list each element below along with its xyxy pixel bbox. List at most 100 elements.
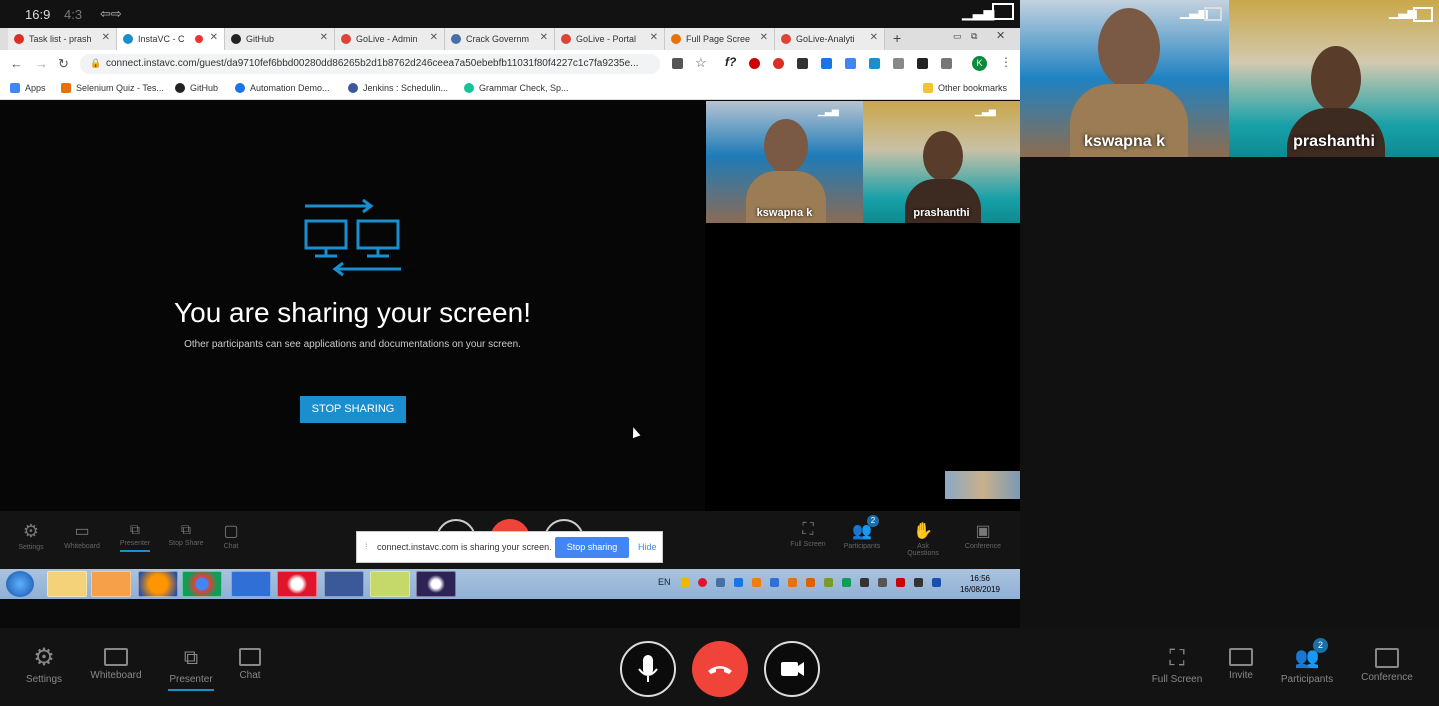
end-call-button[interactable] [692,641,748,697]
pip-icon[interactable] [992,3,1014,20]
new-tab-icon[interactable]: + [893,30,901,46]
ext-gray-icon[interactable] [893,58,904,69]
tray-icon[interactable] [842,578,851,587]
tab-golive-analytics[interactable]: GoLive-Analyti ✕ [775,28,885,50]
star-icon[interactable]: ☆ [695,55,707,71]
self-preview-thumbnail[interactable] [945,471,1020,499]
stats-icon[interactable]: ▁▃▅ [818,106,839,117]
close-icon[interactable]: ✕ [430,32,438,43]
ext-red-icon[interactable] [773,58,784,69]
sticky-notes-icon[interactable] [370,571,410,597]
opera-icon[interactable] [277,571,317,597]
ext-instavc-icon[interactable] [869,58,880,69]
settings-button[interactable]: ⚙ Settings [9,646,79,686]
ext-blue-icon[interactable] [821,58,832,69]
tray-icon[interactable] [788,578,797,587]
ext-glasses-icon[interactable] [917,58,928,69]
participants-button[interactable]: 👥 Participants 2 [1272,638,1342,685]
conference-button[interactable]: Conference [1352,646,1422,683]
video-tile-prashanthi[interactable]: ▁▃▅ prashanthi [863,101,1020,223]
inner-chat-button[interactable]: ▢ Chat [211,521,251,550]
tab-task-list[interactable]: Task list - prash ✕ [8,28,117,50]
close-icon[interactable]: ✕ [650,32,658,43]
inner-stop-share-button[interactable]: ⧉ Stop Share [166,521,206,547]
tray-icon[interactable] [806,578,815,587]
notification-stop-sharing-button[interactable]: Stop sharing [555,537,629,558]
swap-arrows-icon[interactable]: ⇦⇨ [100,6,122,22]
camera-button[interactable] [764,641,820,697]
close-icon[interactable]: ✕ [760,32,768,43]
bookmark-selenium-quiz[interactable]: Selenium Quiz - Tes... [61,83,164,93]
close-icon[interactable]: ✕ [102,32,110,43]
minimize-icon[interactable]: ▭ [953,31,962,42]
back-icon[interactable]: ← [10,56,23,71]
whiteboard-button[interactable]: Whiteboard [81,646,151,681]
camera-icon[interactable] [672,58,683,69]
network-icon[interactable] [914,578,923,587]
notification-hide-link[interactable]: Hide [638,542,657,552]
reload-icon[interactable]: ↻ [58,56,69,72]
tray-opera-icon[interactable] [698,578,707,587]
close-icon[interactable]: ✕ [210,32,218,43]
bookmark-other[interactable]: Other bookmarks [923,83,1007,93]
formula-ext-icon[interactable]: f? [725,55,736,69]
restore-icon[interactable]: ⧉ [971,31,977,42]
inner-settings-button[interactable]: ⚙ Settings [11,521,51,551]
full-screen-button[interactable]: ⛶ Full Screen [1142,646,1212,686]
close-icon[interactable]: ✕ [320,32,328,43]
ratio-16-9[interactable]: 16:9 [25,7,50,22]
inner-full-screen-button[interactable]: ⛶ Full Screen [788,521,828,548]
facebook-icon[interactable] [324,571,364,597]
inner-ask-questions-button[interactable]: ✋ Ask Questions [903,521,943,557]
tray-icon[interactable] [824,578,833,587]
tab-github[interactable]: GitHub ✕ [225,28,335,50]
bluetooth-icon[interactable] [932,578,941,587]
url-input[interactable]: 🔒 connect.instavc.com/guest/da9710fef6bb… [80,54,660,74]
tray-icon[interactable] [734,578,743,587]
ext-screen-icon[interactable] [845,58,856,69]
inner-conference-button[interactable]: ▣ Conference [963,521,1003,550]
bookmark-automation-demo[interactable]: Automation Demo... [235,83,330,93]
drag-handle-icon[interactable]: ⁞ [365,541,368,551]
firefox-icon[interactable] [138,571,178,597]
chat-button[interactable]: Chat [215,646,285,681]
invite-button[interactable]: Invite [1206,646,1276,681]
eclipse-icon[interactable] [416,571,456,597]
bookmark-grammar-check[interactable]: Grammar Check, Sp... [464,83,569,93]
ratio-4-3[interactable]: 4:3 [64,7,82,22]
forward-icon[interactable]: → [35,56,48,71]
video-tile-kswapna[interactable]: ▁▃▅ kswapna k [706,101,863,223]
chrome-icon[interactable] [182,571,222,597]
opera-ext-icon[interactable] [749,58,760,69]
stats-icon[interactable]: ▁▃▅ [962,4,994,21]
language-indicator[interactable]: EN [658,577,671,587]
stop-sharing-button[interactable]: STOP SHARING [300,396,406,423]
menu-icon[interactable]: ⋮ [1000,55,1012,69]
tab-full-page-screen[interactable]: Full Page Scree ✕ [665,28,775,50]
stats-icon[interactable]: ▁▃▅ [975,106,996,117]
ext-x-icon[interactable] [797,58,808,69]
big-tile-kswapna[interactable]: ▁▃▅ kswapna k [1020,0,1229,157]
tray-icon[interactable] [878,578,887,587]
taskbar-clock[interactable]: 16:56 16/08/2019 [950,573,1010,595]
ext-camera-icon[interactable] [941,58,952,69]
tray-icon[interactable] [716,578,725,587]
tray-icon[interactable] [860,578,869,587]
profile-avatar[interactable]: K [972,56,987,71]
tray-icon[interactable] [752,578,761,587]
bookmark-apps[interactable]: Apps [10,83,46,93]
inner-whiteboard-button[interactable]: ▭ Whiteboard [62,521,102,550]
bookmark-jenkins[interactable]: Jenkins : Schedulin... [348,83,448,93]
tab-golive-portal[interactable]: GoLive - Portal ✕ [555,28,665,50]
tab-golive-admin[interactable]: GoLive - Admin ✕ [335,28,445,50]
pip-icon[interactable] [1204,7,1222,21]
close-icon[interactable]: ✕ [870,32,878,43]
explorer-icon[interactable] [47,571,87,597]
tab-crack-government[interactable]: Crack Governm ✕ [445,28,555,50]
pip-icon[interactable] [1413,7,1433,22]
close-icon[interactable]: ✕ [540,32,548,43]
start-button[interactable] [6,571,34,597]
tray-icon[interactable] [770,578,779,587]
wps-icon[interactable] [231,571,271,597]
inner-presenter-button[interactable]: ⧉ Presenter [115,521,155,552]
